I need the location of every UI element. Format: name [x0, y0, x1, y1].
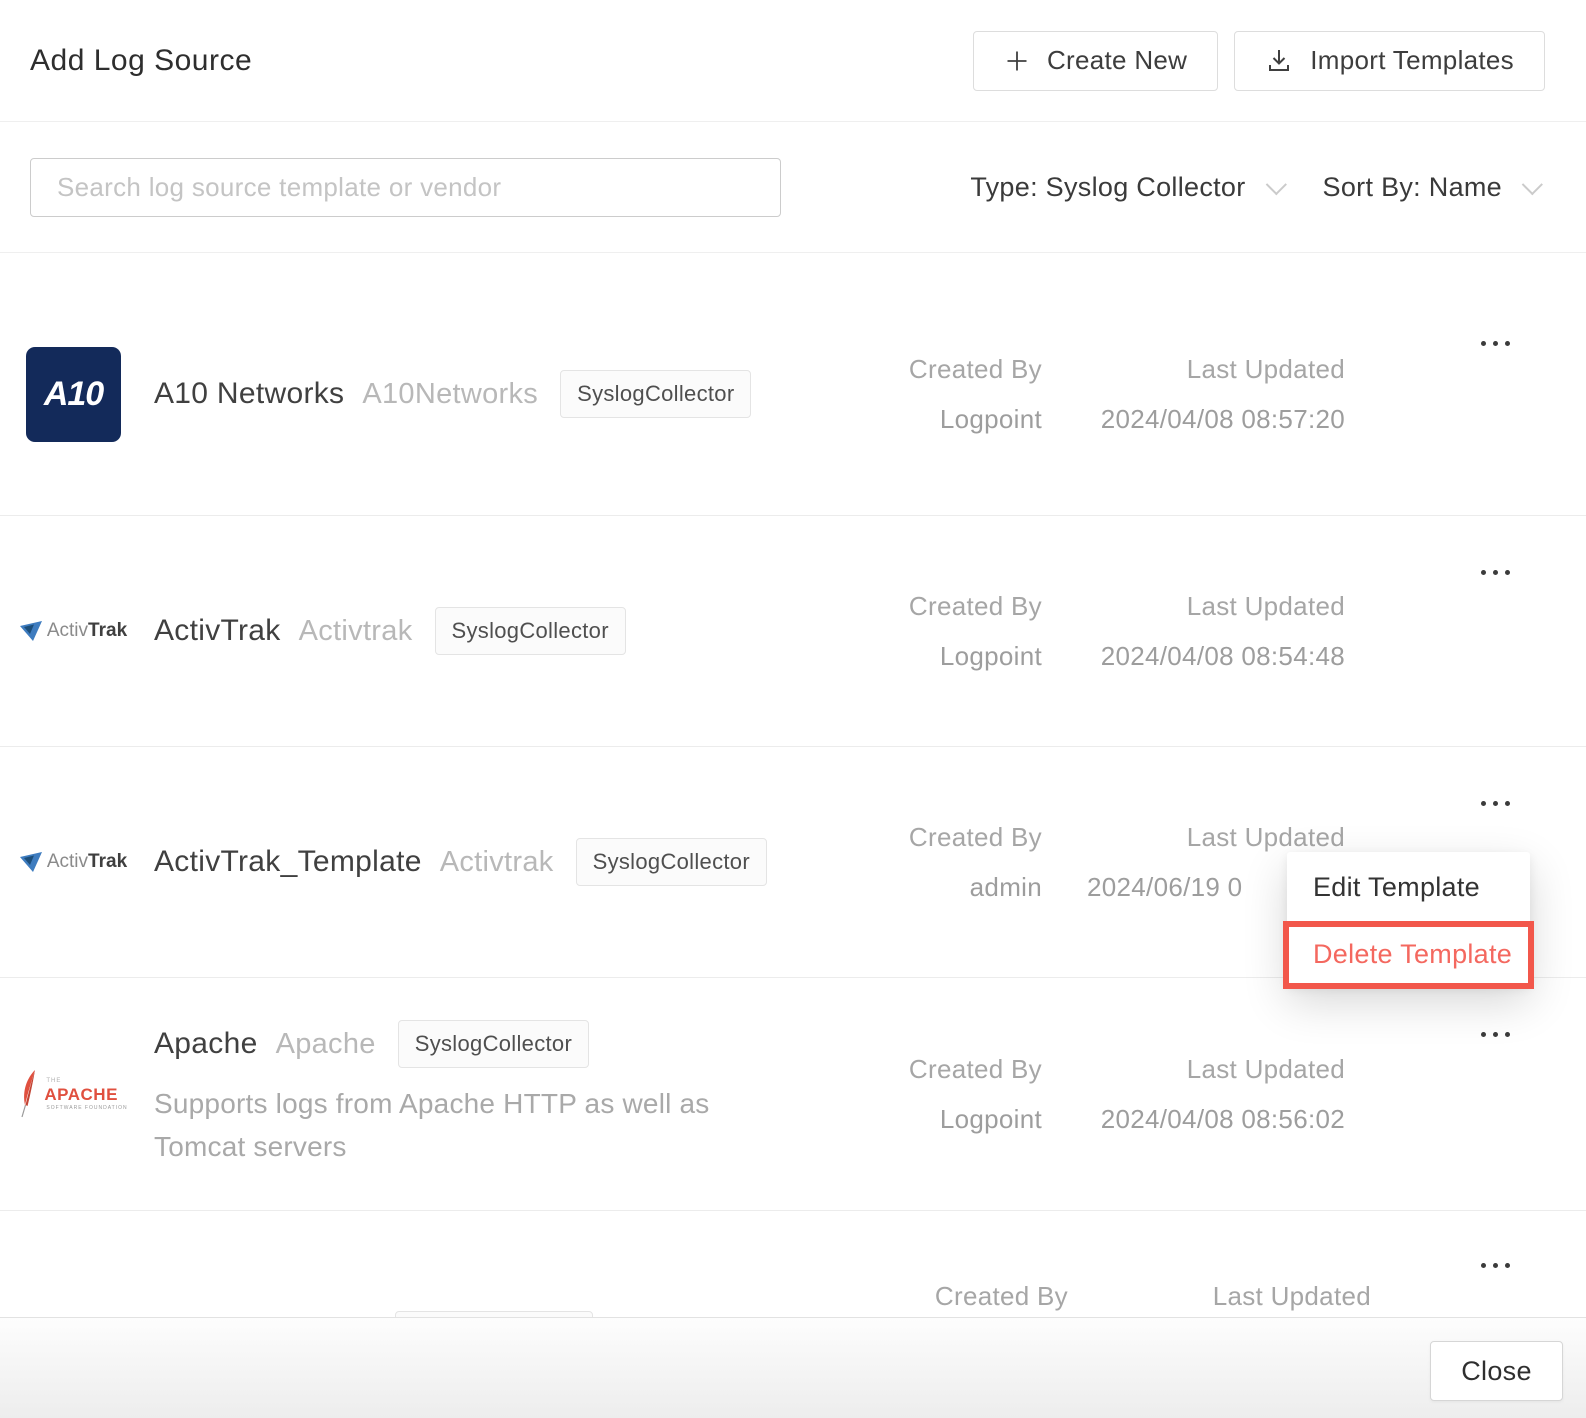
last-updated-label: Last Updated — [1186, 821, 1345, 852]
collector-type-badge: SyslogCollector — [575, 838, 767, 886]
add-log-source-dialog: Add Log Source Create New Import Templat… — [0, 0, 1586, 1418]
row-meta: Created By Logpoint Last Updated 2024/04… — [902, 354, 1345, 435]
row-actions-menu-button[interactable] — [1479, 1026, 1512, 1043]
edit-template-menu-item[interactable]: Edit Template — [1287, 852, 1530, 922]
created-by-label: Created By — [908, 590, 1042, 621]
activtrak-logo: ActivTrak — [19, 620, 127, 642]
row-actions-menu-button[interactable] — [1479, 795, 1512, 812]
last-updated-label: Last Updated — [1186, 1053, 1345, 1084]
created-by-label: Created By — [908, 1053, 1042, 1084]
template-description: Supports logs from Apache HTTP as well a… — [154, 1088, 710, 1162]
template-title: ActivTrak_Template — [154, 845, 422, 878]
create-new-label: Create New — [1046, 45, 1188, 75]
search-input[interactable] — [30, 157, 781, 217]
collector-type-badge: SyslogCollector — [397, 1020, 590, 1068]
row-meta: Created By Logpoint Last Updated 2024/04… — [902, 1054, 1345, 1135]
create-new-button[interactable]: Create New — [972, 30, 1219, 91]
template-vendor: Apache — [275, 1027, 376, 1060]
last-updated-label: Last Updated — [1186, 590, 1345, 621]
import-templates-button[interactable]: Import Templates — [1234, 30, 1545, 91]
template-title: Apache — [154, 1027, 258, 1060]
created-by-label: Created By — [934, 1281, 1068, 1311]
filter-bar: Type: Syslog Collector Sort By: Name — [0, 122, 1586, 253]
sort-by-dropdown[interactable]: Sort By: Name — [1323, 172, 1502, 203]
row-actions-menu-button[interactable] — [1479, 335, 1512, 352]
row-meta: Created By Last Updated — [928, 1281, 1371, 1312]
filter-controls: Type: Syslog Collector Sort By: Name — [970, 172, 1543, 203]
delete-template-label: Delete Template — [1313, 938, 1513, 969]
log-source-row[interactable]: THE APACHE SOFTWARE FOUNDATION Apache Ap… — [0, 978, 1586, 1211]
created-by-value: Logpoint — [939, 403, 1042, 434]
template-title: ActivTrak — [154, 614, 281, 647]
row-info: ActivTrak Activtrak SyslogCollector — [154, 607, 902, 655]
created-by-value: Logpoint — [939, 1103, 1042, 1134]
dialog-header: Add Log Source Create New Import Templat… — [0, 0, 1586, 122]
a10-logo-text: A10 — [43, 374, 104, 413]
last-updated-value: 2024/04/08 08:57:20 — [1100, 403, 1345, 434]
template-vendor: Activtrak — [439, 845, 554, 878]
collector-type-badge: SyslogCollector — [434, 607, 626, 655]
template-title: A10 Networks — [154, 377, 345, 410]
collector-type-badge: SyslogCollector — [560, 370, 752, 418]
log-source-row[interactable]: A10 A10 Networks A10Networks SyslogColle… — [0, 253, 1586, 516]
last-updated-label: Last Updated — [1212, 1281, 1371, 1311]
apache-feather-icon — [21, 1070, 36, 1118]
row-actions-menu-button[interactable] — [1479, 564, 1512, 581]
row-meta: Created By Logpoint Last Updated 2024/04… — [902, 591, 1345, 672]
close-button[interactable]: Close — [1430, 1341, 1563, 1401]
created-by-value: admin — [969, 871, 1042, 902]
created-by-label: Created By — [908, 821, 1042, 852]
chevron-down-icon — [1521, 173, 1543, 195]
last-updated-label: Last Updated — [1186, 353, 1345, 384]
created-by-label: Created By — [908, 353, 1042, 384]
header-actions: Create New Import Templates — [972, 30, 1545, 91]
last-updated-value: 2024/04/08 08:54:48 — [1100, 640, 1345, 671]
activtrak-logo: ActivTrak — [19, 851, 127, 873]
template-vendor: Activtrak — [298, 614, 413, 647]
chevron-down-icon — [1265, 173, 1287, 195]
a10-logo: A10 — [26, 346, 121, 442]
row-info: ActivTrak_Template Activtrak SyslogColle… — [154, 838, 902, 886]
type-filter-dropdown[interactable]: Type: Syslog Collector — [970, 172, 1245, 203]
row-info: A10 Networks A10Networks SyslogCollector — [154, 370, 902, 418]
plus-icon — [1004, 48, 1030, 74]
download-icon — [1265, 47, 1293, 75]
last-updated-value: 2024/04/08 08:56:02 — [1100, 1103, 1345, 1134]
log-source-row[interactable]: ActivTrak ActivTrak Activtrak SyslogColl… — [0, 516, 1586, 747]
activtrak-triangle-icon — [19, 851, 42, 872]
created-by-value: Logpoint — [939, 640, 1042, 671]
template-vendor: A10Networks — [362, 377, 539, 410]
dialog-footer: Close — [0, 1317, 1586, 1418]
delete-template-menu-item[interactable]: Delete Template — [1283, 921, 1534, 989]
row-actions-menu-button[interactable] — [1479, 1257, 1512, 1274]
row-context-menu: Edit Template Delete Template — [1283, 852, 1534, 989]
apache-logo: THE APACHE SOFTWARE FOUNDATION — [21, 1069, 127, 1119]
activtrak-triangle-icon — [19, 620, 42, 641]
row-meta: Created By admin Last Updated 2024/06/19… — [902, 822, 1345, 903]
page-title: Add Log Source — [30, 43, 253, 77]
import-templates-label: Import Templates — [1310, 45, 1514, 75]
row-info: Apache Apache SyslogCollector Supports l… — [154, 1020, 902, 1168]
